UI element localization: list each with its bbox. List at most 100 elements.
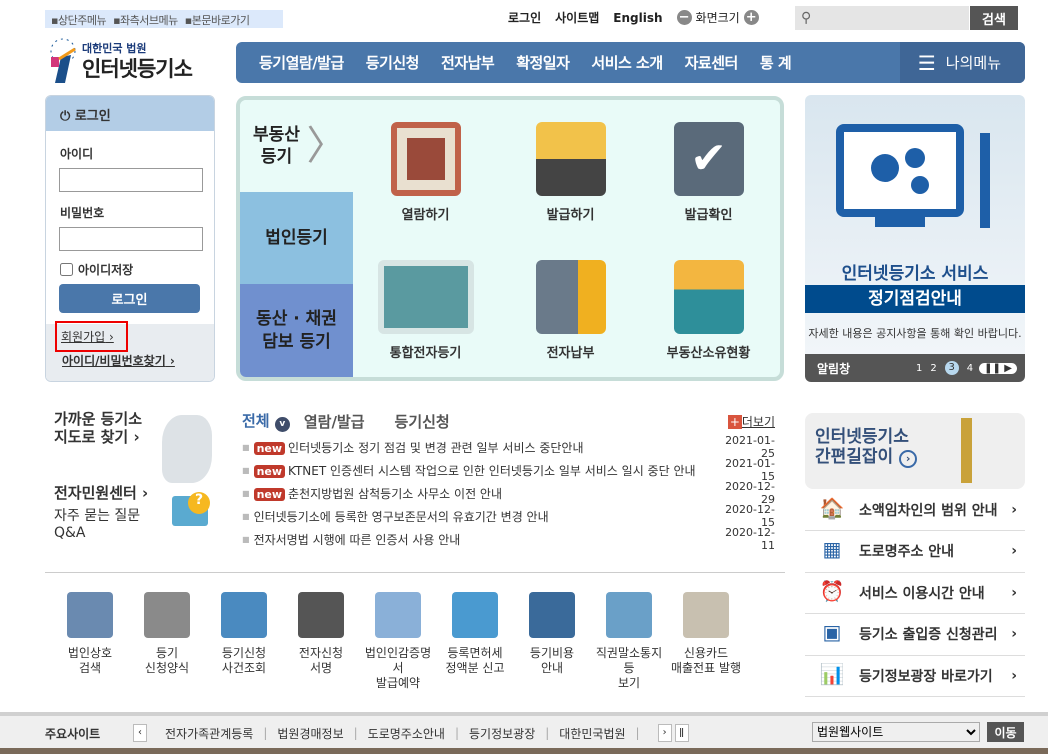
login-link[interactable]: 로그인 (508, 9, 541, 26)
nav-item[interactable]: 등기열람/발급 (248, 52, 355, 73)
search-input[interactable] (795, 6, 969, 30)
nav-item[interactable]: 통 계 (749, 52, 802, 73)
service-panel: 부동산 등기 〉 법인등기 동산 · 채권 담보 등기 열람하기 발급하기 ✔ 발급… (236, 96, 784, 381)
top-links: 로그인 사이트맵 English − 화면크기 + (508, 9, 759, 26)
password-input[interactable] (59, 227, 203, 251)
service-issue[interactable]: 발급하기 (498, 122, 643, 223)
tab-real-estate[interactable]: 부동산 등기 〉 (240, 100, 353, 192)
printer-icon (535, 122, 606, 196)
quick-link[interactable]: 법인인감증명서 발급예약 (360, 592, 436, 691)
chevron-right-icon: › (1011, 584, 1017, 601)
page-4[interactable]: 4 (967, 363, 973, 374)
service-verify[interactable]: ✔ 발급확인 (636, 122, 780, 223)
nav-item[interactable]: 등기신청 (355, 52, 430, 73)
court-site-select[interactable]: 법원웹사이트 (812, 722, 980, 742)
nav-item[interactable]: 서비스 소개 (580, 52, 673, 73)
tab-movable[interactable]: 동산 · 채권 담보 등기 (240, 284, 353, 377)
nav-item[interactable]: 전자납부 (430, 52, 505, 73)
skip-link[interactable]: ▪본문바로가기 (185, 14, 250, 27)
center-link[interactable]: 전자민원센터 › (54, 484, 154, 502)
right-link[interactable]: ▣ 등기소 출입증 신청관리 › (805, 614, 1025, 656)
right-link[interactable]: 📊 등기정보광장 바로가기 › (805, 655, 1025, 697)
english-link[interactable]: English (613, 11, 662, 25)
id-input[interactable] (59, 168, 203, 192)
prev-arrow-icon[interactable]: ‹ (133, 724, 147, 742)
site-link[interactable]: 전자가족관계등록 (165, 725, 253, 742)
quick-link[interactable]: 등기비용 안내 (514, 592, 590, 676)
new-badge: new (253, 487, 286, 501)
quick-link[interactable]: 등기신청 사건조회 (206, 592, 282, 676)
skip-link[interactable]: ▪상단주메뉴 (51, 14, 107, 27)
find-id-link[interactable]: 아이디/비밀번호찾기 › (62, 352, 175, 369)
guide-banner[interactable]: 인터넷등기소 간편길잡이 › (805, 413, 1025, 489)
quick-link[interactable]: 법인상호 검색 (52, 592, 128, 676)
pause-icon[interactable]: ǁ (674, 724, 689, 742)
page-2[interactable]: 2 (930, 363, 936, 374)
right-link[interactable]: ▦ 도로명주소 안내 › (805, 531, 1025, 573)
service-e-registration[interactable]: 통합전자등기 (353, 260, 498, 361)
join-link[interactable]: 회원가입 › (55, 321, 128, 352)
news-date: 2020-12-11 (725, 526, 775, 552)
site-link[interactable]: 법원경매정보 (277, 725, 343, 742)
service-e-payment[interactable]: 전자납부 (498, 260, 643, 361)
document-icon (390, 122, 461, 196)
search-button[interactable]: 검색 (970, 6, 1018, 30)
news-row[interactable]: ■ new KTNET 인증센터 시스템 작업으로 인한 인터넷등기소 일부 서비스… (242, 457, 775, 483)
site-link[interactable]: 도로명주소안내 (368, 725, 445, 742)
chevron-down-icon: v (274, 417, 290, 432)
nav-item[interactable]: 자료센터 (674, 52, 749, 73)
tab-view-issue[interactable]: 열람/발급 (304, 411, 365, 432)
go-button[interactable]: 이동 (987, 722, 1024, 742)
page-1[interactable]: 1 (916, 363, 922, 374)
coins-icon (535, 260, 606, 334)
pw-label: 비밀번호 (60, 206, 105, 220)
news-title: 전자서명법 시행에 따른 인증서 사용 안내 (253, 532, 461, 547)
monitor-gears-icon (836, 124, 990, 228)
quick-link[interactable]: 등록면허세 정액분 신고 (437, 592, 513, 676)
news-row[interactable]: ■ 인터넷등기소에 등록한 영구보존문서의 유효기간 변경 안내 2020-12-1… (242, 503, 775, 529)
notice-banner[interactable]: 인터넷등기소 서비스 정기점검안내 자세한 내용은 공지사항을 통해 확인 바랍… (805, 95, 1025, 382)
news-title: new 춘천지방법원 삼척등기소 사무소 이전 안내 (250, 485, 715, 502)
next-arrow-icon[interactable]: › (657, 724, 672, 742)
logo[interactable]: 대한민국 법원 인터넷등기소 (45, 35, 220, 85)
page-3[interactable]: 3 (944, 361, 959, 375)
tab-all[interactable]: 전체 v (242, 410, 290, 432)
right-link[interactable]: 🏠 소액임차인의 범위 안내 › (805, 489, 1025, 531)
right-link-icon: ⏰ (819, 578, 845, 603)
sitemap-link[interactable]: 사이트맵 (555, 9, 599, 26)
pause-play-button[interactable]: ❚❚ ▶ (979, 362, 1017, 374)
my-menu-button[interactable]: ☰ 나의메뉴 (899, 42, 1025, 83)
main-nav: 등기열람/발급 등기신청 전자납부 확정일자 서비스 소개 자료센터 통 계 ☰… (236, 42, 1025, 83)
question-bubble-icon: ? (188, 492, 210, 514)
news-row[interactable]: ■ new 춘천지방법원 삼척등기소 사무소 이전 안내 2020-12-29 (242, 480, 775, 506)
tab-corporate[interactable]: 법인등기 (240, 192, 353, 284)
site-link[interactable]: 등기정보광장 (469, 725, 535, 742)
quick-link[interactable]: 직권말소통지등 보기 (591, 592, 667, 691)
chevron-right-icon: › (1011, 626, 1017, 642)
quick-link[interactable]: 신용카드 매출전표 발행 (668, 592, 744, 676)
quick-link[interactable]: 등기 신청양식 (129, 592, 205, 676)
quick-link[interactable]: 전자신청 서명 (283, 592, 359, 676)
map-link[interactable]: 가까운 등기소 지도로 찾기 › (54, 410, 154, 446)
service-view[interactable]: 열람하기 (353, 122, 498, 223)
service-ownership[interactable]: 부동산소유현황 (636, 260, 780, 361)
right-link-icon: ▣ (822, 620, 842, 644)
checkmark-icon: ✔ (673, 122, 744, 196)
site-link[interactable]: 대한민국법원 (559, 725, 625, 742)
tab-registration[interactable]: 등기신청 (395, 411, 450, 432)
save-id-checkbox[interactable] (60, 263, 73, 276)
news-row[interactable]: ■ new 인터넷등기소 정기 점검 및 변경 관련 일부 서비스 중단안내 2021… (242, 434, 775, 460)
news-row[interactable]: ■ 전자서명법 시행에 따른 인증서 사용 안내 2020-12-11 (242, 526, 775, 552)
faq-link[interactable]: 자주 묻는 질문 Q&A (54, 508, 154, 542)
more-link[interactable]: + 더보기 (727, 413, 775, 430)
skip-link[interactable]: ▪좌측서브메뉴 (113, 14, 178, 27)
right-link[interactable]: ⏰ 서비스 이용시간 안내 › (805, 572, 1025, 614)
quick-link-icon (683, 592, 729, 638)
skip-links: ▪상단주메뉴 ▪좌측서브메뉴 ▪본문바로가기 (45, 10, 283, 28)
zoom-out-icon[interactable]: − (676, 10, 692, 25)
zoom-in-icon[interactable]: + (743, 10, 759, 25)
login-button[interactable]: 로그인 (59, 284, 200, 313)
hamburger-icon: ☰ (917, 50, 936, 75)
monitor-icon (377, 260, 474, 334)
nav-item[interactable]: 확정일자 (505, 52, 580, 73)
